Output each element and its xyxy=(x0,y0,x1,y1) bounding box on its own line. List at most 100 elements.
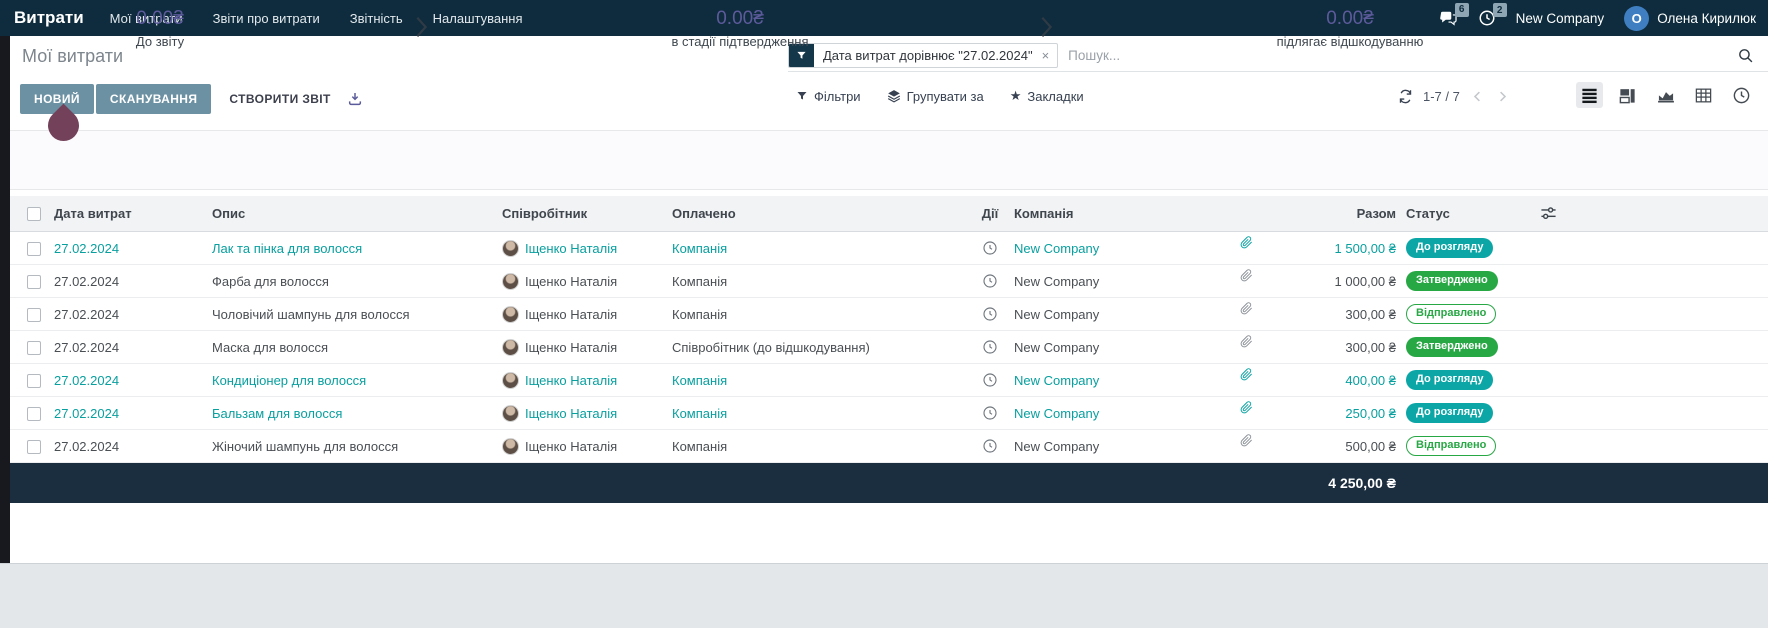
employee-avatar xyxy=(502,240,519,257)
search-input[interactable] xyxy=(1068,48,1737,63)
expense-paid-by: Компанія xyxy=(672,241,968,256)
refresh-icon[interactable] xyxy=(1398,89,1413,104)
status-cell: До розгляду xyxy=(1398,238,1558,257)
group-by-button[interactable]: Групувати за xyxy=(887,89,984,104)
expense-employee: Іщенко Наталія xyxy=(502,273,672,290)
expense-employee: Іщенко Наталія xyxy=(502,306,672,323)
column-header-company[interactable]: Компанія xyxy=(1012,206,1240,221)
nav-item-reporting[interactable]: Звітність xyxy=(350,11,403,26)
window-left-edge xyxy=(0,36,10,563)
expense-paid-by: Компанія xyxy=(672,274,968,289)
expenses-table: Дата витратОписСпівробітникОплаченоДіїКо… xyxy=(10,196,1768,503)
row-select-cell xyxy=(10,438,54,454)
pager: 1-7 / 7 xyxy=(1398,84,1510,108)
create-report-button[interactable]: СТВОРИТИ ЗВІТ xyxy=(229,92,330,106)
row-checkbox[interactable] xyxy=(27,374,41,388)
activity-view-icon[interactable] xyxy=(1728,82,1755,108)
activity-clock-icon[interactable] xyxy=(968,339,1012,355)
table-row[interactable]: 27.02.2024Лак та пінка для волоссяІщенко… xyxy=(10,232,1768,265)
user-menu[interactable]: О Олена Кирилюк xyxy=(1624,6,1756,31)
status-badge: Відправлено xyxy=(1406,436,1496,455)
select-all-cell xyxy=(10,206,54,222)
row-checkbox[interactable] xyxy=(27,242,41,256)
download-icon[interactable] xyxy=(347,91,363,107)
table-footer-row: 4 250,00 ₴ xyxy=(10,463,1768,503)
expenses-app-screen: Витрати Мої витрати Звіти про витрати Зв… xyxy=(0,0,1768,628)
expense-description: Бальзам для волосся xyxy=(212,406,502,421)
activity-clock-icon[interactable] xyxy=(968,273,1012,289)
row-select-cell xyxy=(10,306,54,322)
column-header-status[interactable]: Статус xyxy=(1398,206,1558,221)
kanban-view-icon[interactable] xyxy=(1614,82,1641,108)
status-cell: Відправлено xyxy=(1398,304,1558,323)
row-checkbox[interactable] xyxy=(27,308,41,322)
search-facet-label: Дата витрат дорівнює "27.02.2024" xyxy=(814,48,1042,63)
breadcrumb[interactable]: Мої витрати xyxy=(22,46,123,67)
expense-description: Чоловічий шампунь для волосся xyxy=(212,307,502,322)
row-checkbox[interactable] xyxy=(27,407,41,421)
table-row[interactable]: 27.02.2024Фарба для волоссяІщенко Наталі… xyxy=(10,265,1768,298)
action-buttons: НОВИЙ СКАНУВАННЯ СТВОРИТИ ЗВІТ xyxy=(20,84,363,114)
employee-avatar xyxy=(502,306,519,323)
pager-previous-icon[interactable] xyxy=(1470,89,1485,104)
row-select-cell xyxy=(10,405,54,421)
row-select-cell xyxy=(10,240,54,256)
table-row[interactable]: 27.02.2024Бальзам для волоссяІщенко Ната… xyxy=(10,397,1768,430)
filters-button[interactable]: Фільтри xyxy=(796,89,861,104)
row-select-cell xyxy=(10,339,54,355)
column-header-actions[interactable]: Дії xyxy=(968,206,1012,221)
table-row[interactable]: 27.02.2024Чоловічий шампунь для волоссяІ… xyxy=(10,298,1768,331)
status-cell: Відправлено xyxy=(1398,436,1558,455)
search-icon[interactable] xyxy=(1737,47,1754,64)
table-row[interactable]: 27.02.2024Жіночий шампунь для волоссяІще… xyxy=(10,430,1768,463)
employee-avatar xyxy=(502,438,519,455)
employee-avatar xyxy=(502,372,519,389)
expense-employee: Іщенко Наталія xyxy=(502,405,672,422)
activity-clock-icon[interactable] xyxy=(968,240,1012,256)
facet-close-icon[interactable]: × xyxy=(1042,48,1058,63)
table-row[interactable]: 27.02.2024Кондиціонер для волоссяІщенко … xyxy=(10,364,1768,397)
favorites-button[interactable]: ★ Закладки xyxy=(1010,88,1084,104)
summary-label: підлягає відшкодуванню xyxy=(1140,34,1560,49)
row-checkbox[interactable] xyxy=(27,341,41,355)
table-row[interactable]: 27.02.2024Маска для волоссяІщенко Наталі… xyxy=(10,331,1768,364)
pivot-view-icon[interactable] xyxy=(1690,82,1717,108)
graph-view-icon[interactable] xyxy=(1652,82,1679,108)
user-name: Олена Кирилюк xyxy=(1657,11,1756,26)
scan-button[interactable]: СКАНУВАННЯ xyxy=(96,84,211,114)
expense-date: 27.02.2024 xyxy=(54,406,212,421)
expense-company: New Company xyxy=(1012,307,1240,322)
activity-clock-icon[interactable] xyxy=(968,405,1012,421)
expense-company: New Company xyxy=(1012,373,1240,388)
column-header-paid-by[interactable]: Оплачено xyxy=(672,206,968,221)
column-header-total[interactable]: Разом xyxy=(1260,206,1398,221)
summary-amount: 0.00₴ xyxy=(530,8,950,30)
optional-columns-icon[interactable] xyxy=(1540,205,1557,222)
activity-clock-icon[interactable] xyxy=(968,372,1012,388)
column-header-employee[interactable]: Співробітник xyxy=(502,206,672,221)
status-summary-band xyxy=(10,130,1768,190)
status-cell: До розгляду xyxy=(1398,370,1558,389)
column-header-description[interactable]: Опис xyxy=(212,206,502,221)
employee-avatar xyxy=(502,273,519,290)
activity-clock-icon[interactable] xyxy=(968,306,1012,322)
page-bottom-area xyxy=(0,563,1768,628)
column-header-date[interactable]: Дата витрат xyxy=(54,206,212,221)
pager-range: 1-7 / 7 xyxy=(1423,89,1460,104)
status-cell: Затверджено xyxy=(1398,271,1558,290)
expense-date: 27.02.2024 xyxy=(54,241,212,256)
attachment-paperclip-icon xyxy=(1240,331,1260,363)
activity-clock-icon[interactable] xyxy=(968,438,1012,454)
nav-item-settings[interactable]: Налаштування xyxy=(433,11,523,26)
expense-description: Маска для волосся xyxy=(212,340,502,355)
attachment-paperclip-icon xyxy=(1240,232,1260,264)
row-checkbox[interactable] xyxy=(27,440,41,454)
expense-company: New Company xyxy=(1012,340,1240,355)
expense-description: Фарба для волосся xyxy=(212,274,502,289)
select-all-checkbox[interactable] xyxy=(27,207,41,221)
table-body: 27.02.2024Лак та пінка для волоссяІщенко… xyxy=(10,232,1768,463)
status-badge: До розгляду xyxy=(1406,403,1493,422)
pager-next-icon[interactable] xyxy=(1495,89,1510,104)
row-checkbox[interactable] xyxy=(27,275,41,289)
list-view-icon[interactable] xyxy=(1576,82,1603,108)
